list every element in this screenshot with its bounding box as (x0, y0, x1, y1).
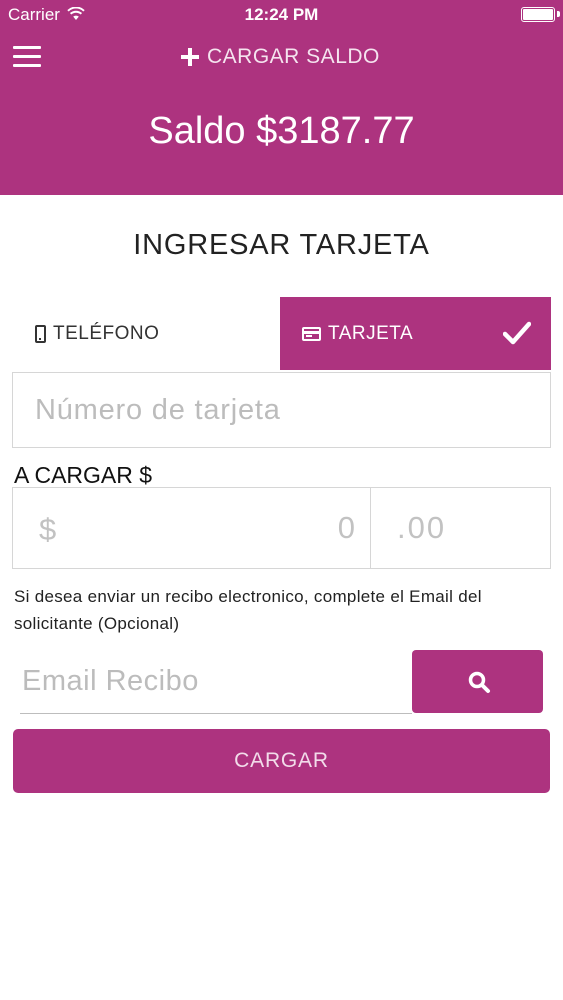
amount-decimal-input[interactable] (385, 488, 545, 568)
app-header: Carrier 12:24 PM CARGAR SALDO Saldo $318… (0, 0, 563, 195)
plus-icon (181, 48, 199, 66)
tab-tarjeta[interactable]: TARJETA (280, 297, 551, 370)
currency-symbol: $ (39, 512, 57, 547)
amount-integer-input[interactable] (93, 488, 355, 568)
balance-display: Saldo $3187.77 (148, 110, 415, 152)
email-receipt-input[interactable] (20, 650, 412, 714)
search-icon (468, 671, 490, 693)
tab-telefono[interactable]: TELÉFONO (13, 297, 280, 370)
clock: 12:24 PM (244, 5, 319, 24)
page-title: INGRESAR TARJETA (133, 229, 430, 261)
search-button[interactable] (412, 650, 543, 713)
checkmark-icon (503, 321, 531, 345)
tab-tarjeta-label: TARJETA (328, 322, 414, 344)
cargar-saldo-button[interactable]: CARGAR SALDO (181, 42, 380, 72)
hamburger-menu-icon[interactable] (13, 44, 41, 68)
status-bar: Carrier 12:24 PM (0, 0, 563, 30)
battery-icon (521, 7, 555, 22)
credit-card-icon (302, 326, 321, 341)
card-number-input[interactable] (12, 372, 551, 448)
phone-icon (35, 324, 46, 343)
amount-field-group: $ (12, 487, 551, 569)
amount-divider (370, 488, 371, 568)
cargar-saldo-label: CARGAR SALDO (207, 45, 380, 68)
receipt-instructions: Si desea enviar un recibo electronico, c… (14, 587, 482, 633)
tab-telefono-label: TELÉFONO (53, 322, 160, 344)
cargar-button[interactable]: CARGAR (13, 729, 550, 793)
amount-label: A CARGAR $ (14, 462, 153, 488)
battery-tip (557, 11, 560, 17)
